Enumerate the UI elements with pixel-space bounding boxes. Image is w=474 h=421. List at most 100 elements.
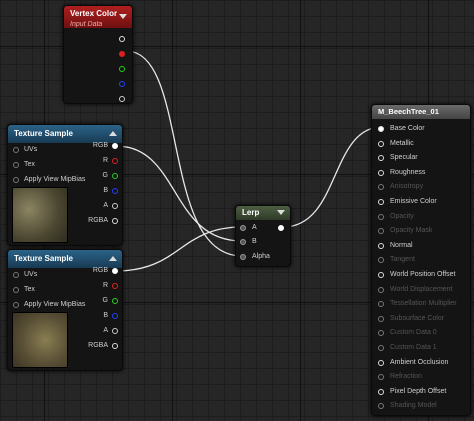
material-input-label: Emissive Color (390, 198, 437, 205)
material-input-pin[interactable] (378, 213, 384, 220)
collapse-arrow-icon[interactable] (109, 256, 117, 261)
tex1-input-mipbias-pin[interactable] (13, 177, 19, 183)
material-input-label: Pixel Depth Offset (390, 387, 447, 395)
material-input-label: Tessellation Multiplier (390, 300, 457, 308)
vertex-color-output-g[interactable] (119, 66, 125, 72)
material-input-pin[interactable] (378, 155, 384, 162)
material-input-pin[interactable] (378, 374, 384, 381)
tex2-input-mipbias-label: Apply View MipBias (24, 301, 86, 308)
lerp-input-a-label: A (252, 224, 257, 231)
tex1-output-r-pin[interactable] (112, 158, 118, 164)
texture-preview-leaves (12, 312, 68, 368)
material-input-pin[interactable] (378, 257, 384, 264)
collapse-arrow-icon[interactable] (277, 210, 285, 215)
tex1-input-uvs-pin[interactable] (13, 147, 19, 153)
tex1-output-rgba-pin[interactable] (112, 218, 118, 224)
material-input-pin[interactable] (378, 184, 384, 191)
material-input-pin[interactable] (378, 272, 384, 278)
tex2-output-r-pin[interactable] (112, 283, 118, 289)
vertex-color-output-rgb[interactable] (119, 36, 125, 42)
lerp-input-b-label: B (252, 238, 257, 245)
texture-sample-1-title: Texture Sample (14, 129, 73, 138)
material-input-label: Shading Model (390, 402, 437, 410)
vertex-color-output-a[interactable] (119, 96, 125, 102)
tex2-output-rgb-pin[interactable] (112, 268, 118, 274)
material-input-pin[interactable] (378, 330, 384, 337)
texture-sample-node-2[interactable]: Texture Sample UVs Tex Apply View MipBia… (7, 249, 123, 371)
texture-sample-2-title: Texture Sample (14, 254, 73, 263)
material-input-label: Opacity (390, 212, 414, 220)
texture-sample-node-1[interactable]: Texture Sample UVs Tex Apply View MipBia… (7, 124, 123, 246)
collapse-arrow-icon[interactable] (119, 14, 127, 19)
tex1-output-g-pin[interactable] (112, 173, 118, 179)
material-input-pin[interactable] (378, 388, 384, 395)
vertex-color-title: Vertex Color (70, 9, 118, 18)
vertex-color-header[interactable]: Vertex Color Input Data (64, 6, 132, 28)
tex2-output-b-label: B (103, 312, 108, 319)
lerp-input-b-pin[interactable] (240, 239, 246, 245)
material-input-label: Normal (390, 241, 413, 249)
lerp-input-alpha-pin[interactable] (240, 254, 246, 260)
tex1-input-mipbias-label: Apply View MipBias (24, 176, 86, 183)
material-input-pin[interactable] (378, 242, 384, 249)
material-input-label: Base Color (390, 125, 425, 132)
lerp-output-pin[interactable] (278, 225, 284, 231)
lerp-input-a-pin[interactable] (240, 225, 246, 231)
material-input-pin[interactable] (378, 359, 384, 366)
material-input-label: Ambient Occlusion (390, 358, 449, 366)
material-input-pin[interactable] (378, 199, 384, 205)
vertex-color-output-b[interactable] (119, 81, 125, 87)
tex1-output-rgba-label: RGBA (88, 217, 108, 224)
material-input-label: World Displacement (390, 285, 453, 293)
wire-tex2-rgb-to-lerp-a[interactable] (115, 226, 243, 272)
material-header[interactable]: M_BeechTree_01 (372, 105, 470, 119)
material-title: M_BeechTree_01 (378, 107, 439, 116)
tex1-input-uvs-label: UVs (24, 146, 38, 153)
tex2-output-b-pin[interactable] (112, 313, 118, 319)
material-input-label: Custom Data 0 (390, 329, 437, 337)
material-input-pin[interactable] (378, 126, 384, 132)
material-input-label: Metallic (390, 139, 414, 147)
material-input-pin[interactable] (378, 169, 384, 176)
tex2-output-a-pin[interactable] (112, 328, 118, 334)
material-input-pin[interactable] (378, 228, 384, 235)
material-input-pin[interactable] (378, 345, 384, 351)
material-input-label: Specular (390, 154, 418, 162)
material-input-pin[interactable] (378, 315, 384, 322)
tex1-output-b-label: B (103, 187, 108, 194)
material-input-label: Refraction (390, 373, 422, 381)
tex2-output-g-label: G (102, 297, 108, 304)
vertex-color-node[interactable]: Vertex Color Input Data (63, 5, 133, 104)
tex2-output-r-label: R (102, 282, 108, 289)
tex1-output-a-label: A (103, 202, 108, 209)
material-result-node[interactable]: M_BeechTree_01 Base Color Metallic Specula… (371, 104, 471, 416)
material-input-pin[interactable] (378, 403, 384, 410)
tex2-output-g-pin[interactable] (112, 298, 118, 304)
vertex-color-subtitle: Input Data (70, 21, 103, 28)
tex1-output-a-pin[interactable] (112, 203, 118, 209)
tex1-output-rgb-pin[interactable] (112, 143, 118, 149)
tex2-input-tex-pin[interactable] (13, 287, 19, 293)
lerp-node[interactable]: Lerp A B Alpha (235, 205, 291, 267)
lerp-header[interactable]: Lerp (236, 206, 290, 220)
tex2-output-rgba-pin[interactable] (112, 343, 118, 349)
lerp-input-alpha-label: Alpha (252, 253, 270, 260)
collapse-arrow-icon[interactable] (109, 131, 117, 136)
tex1-input-tex-pin[interactable] (13, 162, 19, 168)
tex1-output-g-label: G (102, 172, 108, 179)
material-input-pin[interactable] (378, 286, 384, 293)
material-input-label: Opacity Mask (390, 227, 433, 235)
tex1-input-tex-label: Tex (24, 161, 35, 168)
tex2-input-uvs-pin[interactable] (13, 272, 19, 278)
tex2-input-mipbias-pin[interactable] (13, 302, 19, 308)
material-input-pin[interactable] (378, 301, 384, 308)
material-input-label: Tangent (390, 256, 415, 264)
vertex-color-output-r[interactable] (119, 51, 125, 57)
material-input-label: Custom Data 1 (390, 344, 437, 351)
wire-lerp-to-base-color[interactable] (282, 126, 383, 228)
tex1-output-rgb-label: RGB (92, 142, 108, 149)
material-input-label: Anisotropy (390, 183, 424, 191)
material-input-pin[interactable] (378, 140, 384, 147)
tex1-output-b-pin[interactable] (112, 188, 118, 194)
tex2-output-rgba-label: RGBA (88, 342, 108, 349)
